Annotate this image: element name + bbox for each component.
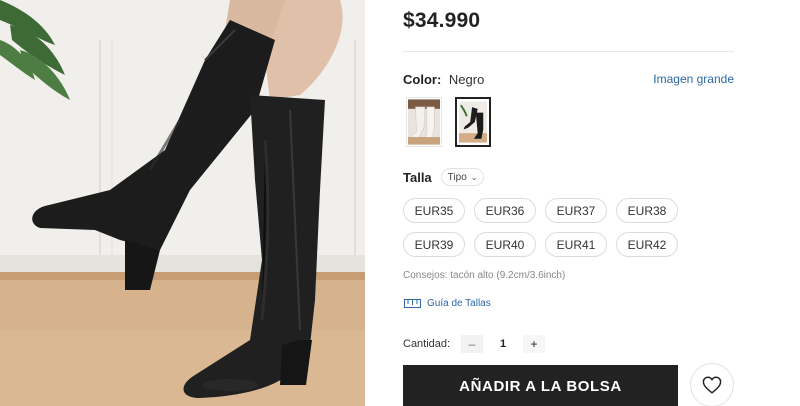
product-price: $34.990 bbox=[403, 9, 481, 32]
size-option-eur38[interactable]: EUR38 bbox=[616, 198, 678, 223]
size-guide-link[interactable]: Guía de Tallas bbox=[404, 298, 491, 309]
size-guide-label: Guía de Tallas bbox=[427, 298, 491, 309]
size-option-eur41[interactable]: EUR41 bbox=[545, 232, 607, 257]
size-option-eur39[interactable]: EUR39 bbox=[403, 232, 465, 257]
color-swatches bbox=[406, 97, 491, 147]
add-to-bag-button[interactable]: AÑADIR A LA BOLSA bbox=[403, 365, 678, 406]
quantity-stepper: Cantidad: – 1 + bbox=[403, 335, 545, 353]
quantity-value[interactable]: 1 bbox=[483, 338, 523, 350]
quantity-label: Cantidad: bbox=[403, 338, 451, 350]
color-value: Negro bbox=[448, 72, 485, 87]
big-image-link[interactable]: Imagen grande bbox=[653, 72, 734, 86]
black-boots-swatch[interactable] bbox=[455, 97, 491, 147]
wishlist-button[interactable] bbox=[690, 363, 734, 406]
size-type-value: Tipo bbox=[447, 171, 467, 183]
size-options: EUR35 EUR36 EUR37 EUR38 EUR39 EUR40 EUR4… bbox=[403, 198, 678, 257]
size-option-eur35[interactable]: EUR35 bbox=[403, 198, 465, 223]
ruler-icon bbox=[404, 299, 421, 308]
boots-photo bbox=[0, 0, 365, 406]
size-tip: Consejos: tacón alto (9.2cm/3.6inch) bbox=[403, 270, 566, 281]
quantity-increase-button[interactable]: + bbox=[523, 335, 545, 353]
size-option-eur40[interactable]: EUR40 bbox=[474, 232, 536, 257]
chevron-down-icon: ⌄ bbox=[470, 172, 478, 182]
color-row: Color: Negro Imagen grande bbox=[403, 72, 734, 90]
size-option-eur37[interactable]: EUR37 bbox=[545, 198, 607, 223]
size-label: Talla bbox=[403, 169, 432, 185]
size-type-select[interactable]: Tipo ⌄ bbox=[440, 168, 485, 186]
size-row: Talla Tipo ⌄ bbox=[403, 168, 485, 186]
beige-boots-swatch[interactable] bbox=[406, 97, 442, 147]
size-option-eur36[interactable]: EUR36 bbox=[474, 198, 536, 223]
size-option-eur42[interactable]: EUR42 bbox=[616, 232, 678, 257]
product-info-panel: $34.990 Color: Negro Imagen grande Talla… bbox=[403, 0, 735, 406]
heart-icon bbox=[702, 376, 722, 394]
color-label: Color: bbox=[403, 72, 442, 87]
quantity-decrease-button[interactable]: – bbox=[461, 335, 483, 353]
divider bbox=[403, 51, 734, 52]
product-image[interactable] bbox=[0, 0, 365, 406]
